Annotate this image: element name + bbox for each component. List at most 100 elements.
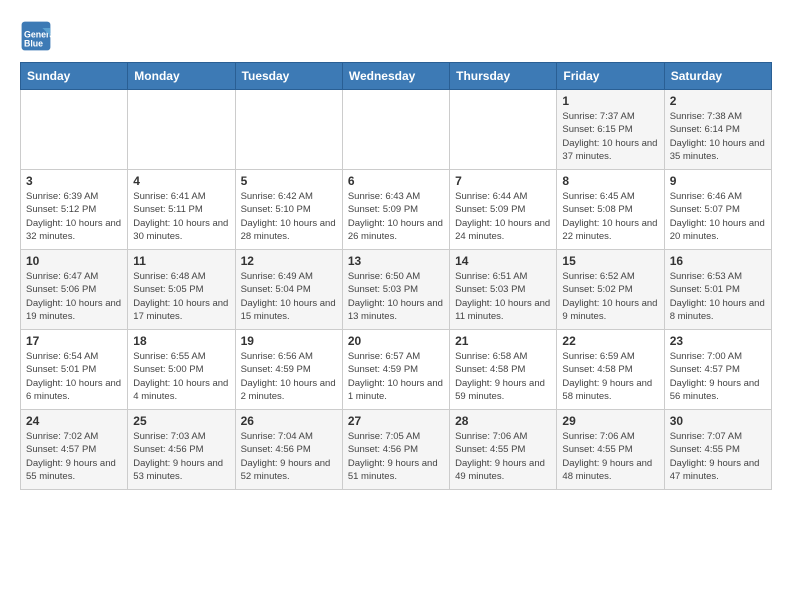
day-info: Sunrise: 7:37 AM Sunset: 6:15 PM Dayligh… bbox=[562, 110, 658, 163]
day-number: 17 bbox=[26, 334, 122, 348]
day-number: 21 bbox=[455, 334, 551, 348]
day-number: 30 bbox=[670, 414, 766, 428]
day-number: 13 bbox=[348, 254, 444, 268]
calendar-cell: 6 Sunrise: 6:43 AM Sunset: 5:09 PM Daylig… bbox=[342, 170, 449, 250]
day-info: Sunrise: 6:57 AM Sunset: 4:59 PM Dayligh… bbox=[348, 350, 444, 403]
calendar-cell: 15 Sunrise: 6:52 AM Sunset: 5:02 PM Dayli… bbox=[557, 250, 664, 330]
calendar-cell: 13 Sunrise: 6:50 AM Sunset: 5:03 PM Dayli… bbox=[342, 250, 449, 330]
calendar-cell: 1Sunrise: 7:37 AM Sunset: 6:15 PM Daylig… bbox=[557, 90, 664, 170]
calendar-cell: 27 Sunrise: 7:05 AM Sunset: 4:56 PM Dayli… bbox=[342, 410, 449, 490]
day-number: 15 bbox=[562, 254, 658, 268]
day-header-wednesday: Wednesday bbox=[342, 63, 449, 90]
day-header-tuesday: Tuesday bbox=[235, 63, 342, 90]
calendar-cell: 23 Sunrise: 7:00 AM Sunset: 4:57 PM Dayli… bbox=[664, 330, 771, 410]
week-row-5: 24 Sunrise: 7:02 AM Sunset: 4:57 PM Dayli… bbox=[21, 410, 772, 490]
day-info: Sunrise: 6:56 AM Sunset: 4:59 PM Dayligh… bbox=[241, 350, 337, 403]
day-info: Sunrise: 6:49 AM Sunset: 5:04 PM Dayligh… bbox=[241, 270, 337, 323]
day-number: 14 bbox=[455, 254, 551, 268]
day-info: Sunrise: 6:46 AM Sunset: 5:07 PM Dayligh… bbox=[670, 190, 766, 243]
day-info: Sunrise: 6:44 AM Sunset: 5:09 PM Dayligh… bbox=[455, 190, 551, 243]
calendar-cell: 22 Sunrise: 6:59 AM Sunset: 4:58 PM Dayli… bbox=[557, 330, 664, 410]
day-info: Sunrise: 7:05 AM Sunset: 4:56 PM Dayligh… bbox=[348, 430, 444, 483]
week-row-1: 1Sunrise: 7:37 AM Sunset: 6:15 PM Daylig… bbox=[21, 90, 772, 170]
day-number: 5 bbox=[241, 174, 337, 188]
day-number: 4 bbox=[133, 174, 229, 188]
day-number: 19 bbox=[241, 334, 337, 348]
day-info: Sunrise: 6:58 AM Sunset: 4:58 PM Dayligh… bbox=[455, 350, 551, 403]
day-header-monday: Monday bbox=[128, 63, 235, 90]
day-info: Sunrise: 6:59 AM Sunset: 4:58 PM Dayligh… bbox=[562, 350, 658, 403]
day-info: Sunrise: 6:55 AM Sunset: 5:00 PM Dayligh… bbox=[133, 350, 229, 403]
day-info: Sunrise: 6:47 AM Sunset: 5:06 PM Dayligh… bbox=[26, 270, 122, 323]
day-number: 28 bbox=[455, 414, 551, 428]
calendar-cell: 26Sunrise: 7:04 AM Sunset: 4:56 PM Dayli… bbox=[235, 410, 342, 490]
calendar-cell: 7 Sunrise: 6:44 AM Sunset: 5:09 PM Daylig… bbox=[450, 170, 557, 250]
day-number: 12 bbox=[241, 254, 337, 268]
day-number: 2 bbox=[670, 94, 766, 108]
day-number: 27 bbox=[348, 414, 444, 428]
day-number: 20 bbox=[348, 334, 444, 348]
day-info: Sunrise: 7:02 AM Sunset: 4:57 PM Dayligh… bbox=[26, 430, 122, 483]
day-number: 7 bbox=[455, 174, 551, 188]
calendar-cell: 16 Sunrise: 6:53 AM Sunset: 5:01 PM Dayli… bbox=[664, 250, 771, 330]
calendar-cell: 24 Sunrise: 7:02 AM Sunset: 4:57 PM Dayli… bbox=[21, 410, 128, 490]
day-info: Sunrise: 6:54 AM Sunset: 5:01 PM Dayligh… bbox=[26, 350, 122, 403]
calendar-cell: 5 Sunrise: 6:42 AM Sunset: 5:10 PM Daylig… bbox=[235, 170, 342, 250]
day-info: Sunrise: 6:45 AM Sunset: 5:08 PM Dayligh… bbox=[562, 190, 658, 243]
calendar-cell: 30 Sunrise: 7:07 AM Sunset: 4:55 PM Dayli… bbox=[664, 410, 771, 490]
calendar-cell bbox=[21, 90, 128, 170]
calendar-cell: 8 Sunrise: 6:45 AM Sunset: 5:08 PM Daylig… bbox=[557, 170, 664, 250]
day-info: Sunrise: 6:39 AM Sunset: 5:12 PM Dayligh… bbox=[26, 190, 122, 243]
calendar-cell bbox=[342, 90, 449, 170]
day-info: Sunrise: 6:52 AM Sunset: 5:02 PM Dayligh… bbox=[562, 270, 658, 323]
calendar-cell: 12 Sunrise: 6:49 AM Sunset: 5:04 PM Dayli… bbox=[235, 250, 342, 330]
calendar-cell bbox=[235, 90, 342, 170]
calendar-cell: 25Sunrise: 7:03 AM Sunset: 4:56 PM Dayli… bbox=[128, 410, 235, 490]
day-number: 24 bbox=[26, 414, 122, 428]
week-row-4: 17 Sunrise: 6:54 AM Sunset: 5:01 PM Dayli… bbox=[21, 330, 772, 410]
day-number: 18 bbox=[133, 334, 229, 348]
day-info: Sunrise: 7:06 AM Sunset: 4:55 PM Dayligh… bbox=[455, 430, 551, 483]
day-number: 16 bbox=[670, 254, 766, 268]
day-info: Sunrise: 7:06 AM Sunset: 4:55 PM Dayligh… bbox=[562, 430, 658, 483]
day-number: 6 bbox=[348, 174, 444, 188]
logo-icon: General Blue bbox=[20, 20, 52, 52]
day-info: Sunrise: 7:04 AM Sunset: 4:56 PM Dayligh… bbox=[241, 430, 337, 483]
day-info: Sunrise: 6:48 AM Sunset: 5:05 PM Dayligh… bbox=[133, 270, 229, 323]
day-info: Sunrise: 6:50 AM Sunset: 5:03 PM Dayligh… bbox=[348, 270, 444, 323]
week-row-3: 10 Sunrise: 6:47 AM Sunset: 5:06 PM Dayli… bbox=[21, 250, 772, 330]
day-info: Sunrise: 7:03 AM Sunset: 4:56 PM Dayligh… bbox=[133, 430, 229, 483]
day-info: Sunrise: 7:38 AM Sunset: 6:14 PM Dayligh… bbox=[670, 110, 766, 163]
calendar-table: SundayMondayTuesdayWednesdayThursdayFrid… bbox=[20, 62, 772, 490]
day-info: Sunrise: 6:51 AM Sunset: 5:03 PM Dayligh… bbox=[455, 270, 551, 323]
day-number: 11 bbox=[133, 254, 229, 268]
day-header-thursday: Thursday bbox=[450, 63, 557, 90]
calendar-cell: 14 Sunrise: 6:51 AM Sunset: 5:03 PM Dayli… bbox=[450, 250, 557, 330]
page-header: General Blue bbox=[20, 20, 772, 52]
calendar-cell: 11 Sunrise: 6:48 AM Sunset: 5:05 PM Dayli… bbox=[128, 250, 235, 330]
day-number: 10 bbox=[26, 254, 122, 268]
day-number: 8 bbox=[562, 174, 658, 188]
calendar-cell: 28 Sunrise: 7:06 AM Sunset: 4:55 PM Dayli… bbox=[450, 410, 557, 490]
calendar-cell bbox=[450, 90, 557, 170]
day-number: 22 bbox=[562, 334, 658, 348]
day-number: 3 bbox=[26, 174, 122, 188]
calendar-cell bbox=[128, 90, 235, 170]
calendar-cell: 19 Sunrise: 6:56 AM Sunset: 4:59 PM Dayli… bbox=[235, 330, 342, 410]
day-header-saturday: Saturday bbox=[664, 63, 771, 90]
day-info: Sunrise: 6:42 AM Sunset: 5:10 PM Dayligh… bbox=[241, 190, 337, 243]
svg-text:Blue: Blue bbox=[24, 38, 43, 48]
header-row: SundayMondayTuesdayWednesdayThursdayFrid… bbox=[21, 63, 772, 90]
calendar-cell: 17 Sunrise: 6:54 AM Sunset: 5:01 PM Dayli… bbox=[21, 330, 128, 410]
week-row-2: 3 Sunrise: 6:39 AM Sunset: 5:12 PM Daylig… bbox=[21, 170, 772, 250]
day-header-sunday: Sunday bbox=[21, 63, 128, 90]
day-info: Sunrise: 6:43 AM Sunset: 5:09 PM Dayligh… bbox=[348, 190, 444, 243]
calendar-cell: 18 Sunrise: 6:55 AM Sunset: 5:00 PM Dayli… bbox=[128, 330, 235, 410]
day-header-friday: Friday bbox=[557, 63, 664, 90]
day-info: Sunrise: 7:00 AM Sunset: 4:57 PM Dayligh… bbox=[670, 350, 766, 403]
day-info: Sunrise: 7:07 AM Sunset: 4:55 PM Dayligh… bbox=[670, 430, 766, 483]
day-info: Sunrise: 6:53 AM Sunset: 5:01 PM Dayligh… bbox=[670, 270, 766, 323]
calendar-cell: 3 Sunrise: 6:39 AM Sunset: 5:12 PM Daylig… bbox=[21, 170, 128, 250]
logo: General Blue bbox=[20, 20, 56, 52]
day-number: 23 bbox=[670, 334, 766, 348]
